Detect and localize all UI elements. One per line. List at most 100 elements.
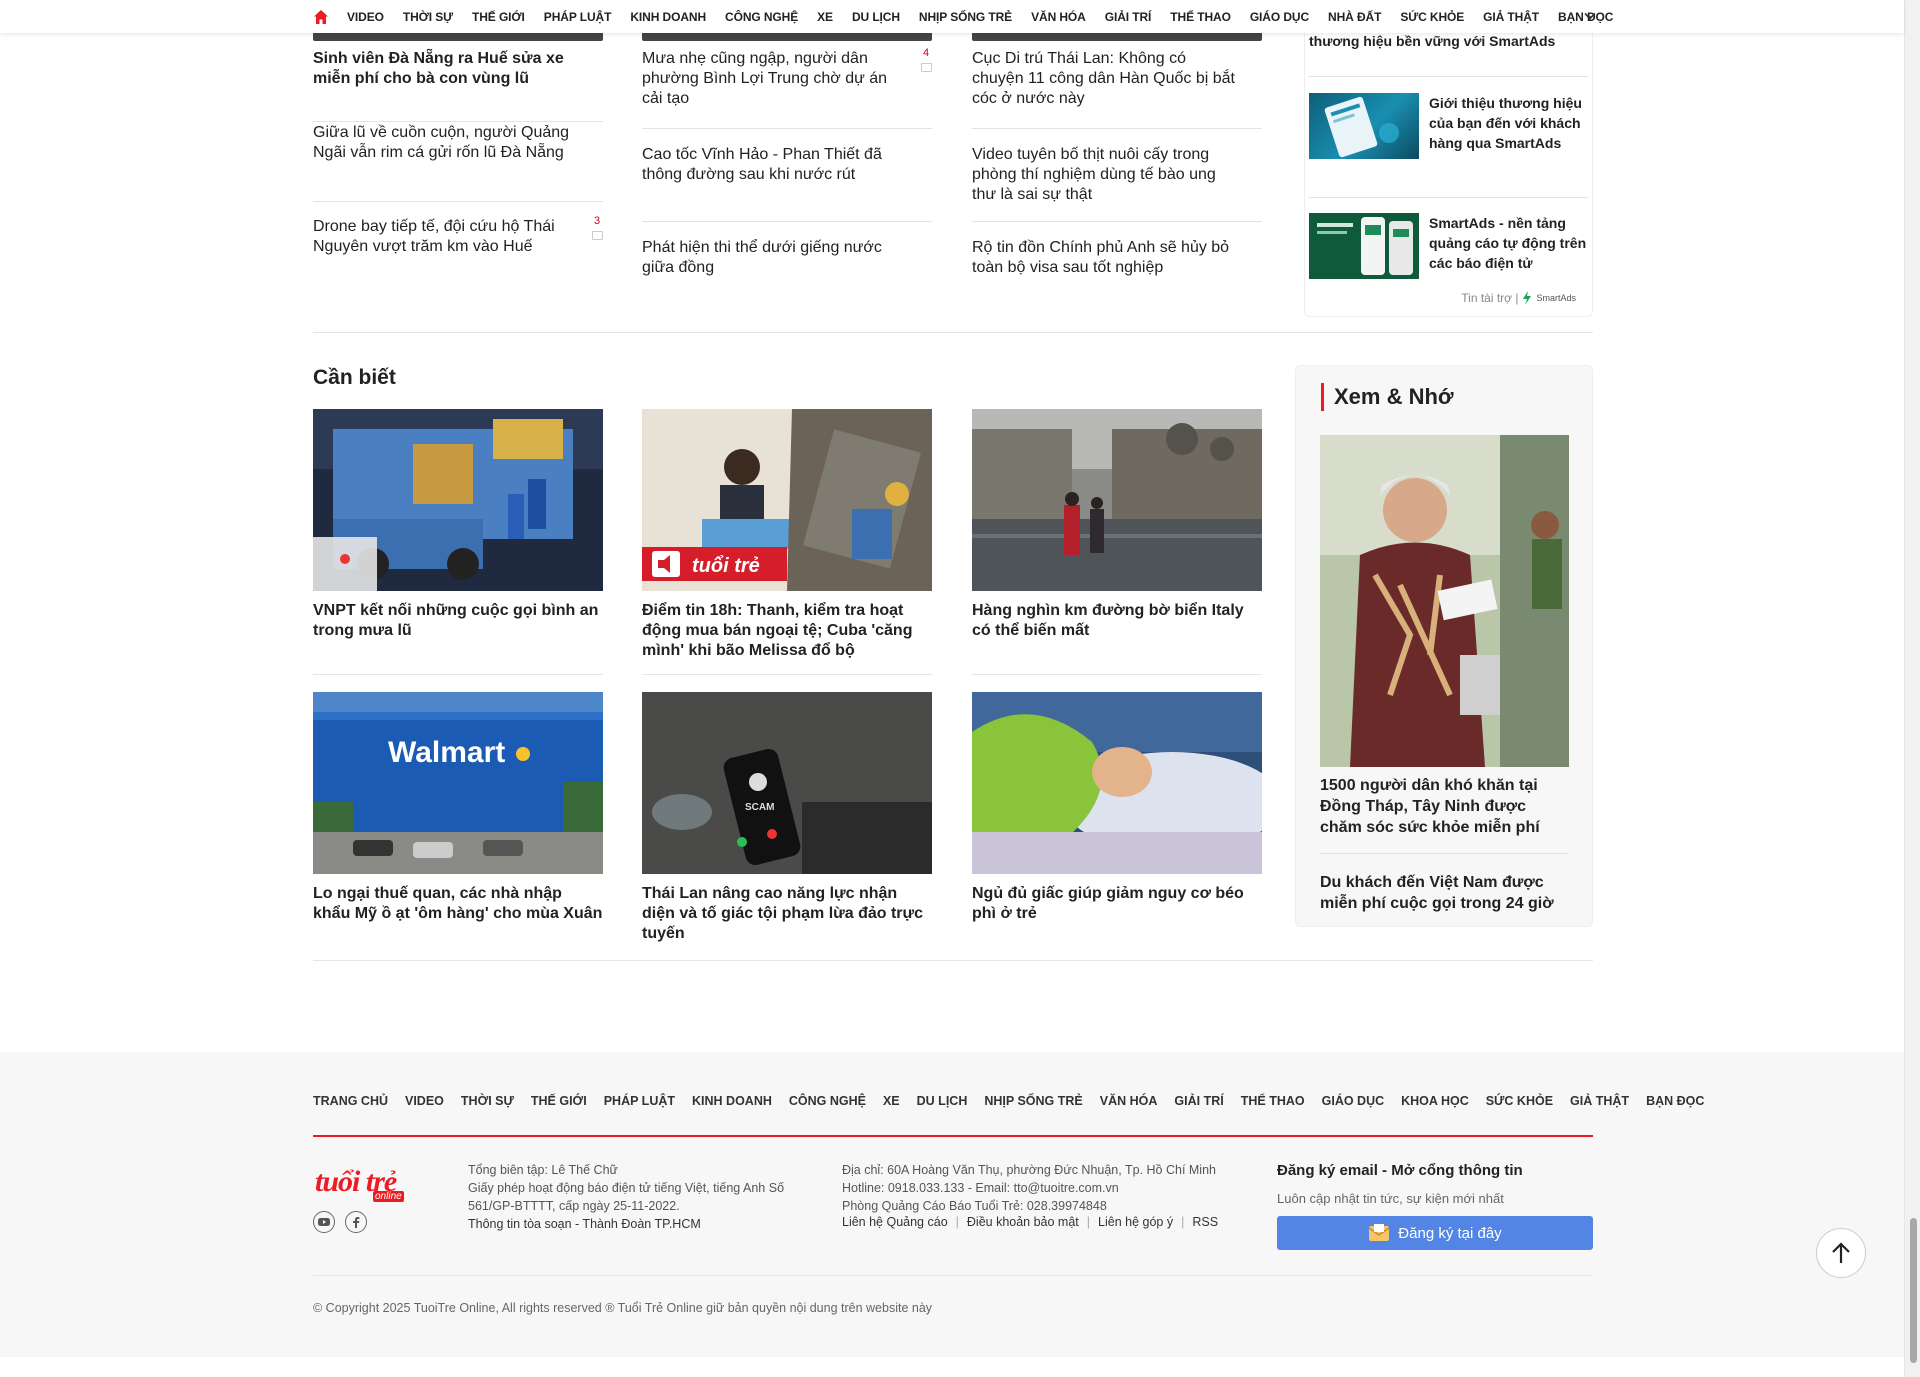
smartads-brand[interactable]: SmartAds [1536, 293, 1576, 303]
footer-nav-item[interactable]: XE [883, 1094, 900, 1108]
register-title: Đăng ký email - Mở cổng thông tin [1277, 1162, 1523, 1179]
news-link[interactable]: Cao tốc Vĩnh Hảo - Phan Thiết đã thông đ… [642, 145, 932, 185]
comment-count[interactable]: 4 [920, 47, 932, 72]
footer-nav-item[interactable]: GIẢI TRÍ [1174, 1094, 1223, 1108]
news-link[interactable]: Drone bay tiếp tế, đội cứu hộ Thái Nguyê… [313, 217, 603, 257]
xem-nho-title[interactable]: Xem & Nhớ [1321, 383, 1454, 411]
register-button[interactable]: Đăng ký tại đây [1277, 1216, 1593, 1250]
news-link[interactable]: Sinh viên Đà Nẵng ra Huế sửa xe miễn phí… [313, 49, 603, 89]
news-card-title[interactable]: Hàng nghìn km đường bờ biển Italy có thể… [972, 601, 1262, 641]
footer-nav-item[interactable]: THỂ THAO [1241, 1094, 1305, 1108]
footer-divider [313, 1275, 1593, 1276]
register-button-label: Đăng ký tại đây [1398, 1224, 1502, 1242]
svg-text:tuổi trẻ: tuổi trẻ [692, 555, 760, 577]
news-thumbnail[interactable]: tuổi trẻ [642, 409, 932, 591]
nav-item[interactable]: VĂN HÓA [1031, 10, 1086, 24]
footer-nav-item[interactable]: KINH DOANH [692, 1094, 772, 1108]
nav-item[interactable]: NHỊP SỐNG TRẺ [919, 10, 1012, 24]
news-thumbnail[interactable] [972, 409, 1262, 591]
section-divider [313, 332, 1593, 333]
nav-item[interactable]: NHÀ ĐẤT [1328, 10, 1381, 24]
footer-nav-item[interactable]: SỨC KHỎE [1486, 1094, 1553, 1108]
footer-nav-item[interactable]: VIDEO [405, 1094, 444, 1108]
news-link[interactable]: Phát hiện thi thể dưới giếng nước giữa đ… [642, 238, 932, 278]
footer-editor: Tổng biên tập: Lê Thế Chữ [468, 1163, 618, 1177]
xem-nho-image[interactable] [1320, 435, 1569, 767]
news-thumbnail[interactable]: Walmart [313, 692, 603, 874]
nav-item[interactable]: VIDEO [347, 10, 384, 24]
news-card-title[interactable]: Điểm tin 18h: Thanh, kiểm tra hoạt động … [642, 601, 932, 661]
news-link[interactable]: Cục Di trú Thái Lan: Không có chuyện 11 … [972, 49, 1262, 109]
footer-nav-item[interactable]: KHOA HỌC [1401, 1094, 1469, 1108]
news-card[interactable]: tuổi trẻ Điểm tin 18h: Thanh, kiểm tra h… [642, 409, 932, 661]
sponsored-item[interactable]: SmartAds - nền tảng quảng cáo tự động tr… [1309, 213, 1588, 279]
nav-item[interactable]: GIẢI TRÍ [1105, 10, 1152, 24]
news-link[interactable]: Mưa nhẹ cũng ngập, người dân phường Bình… [642, 49, 932, 109]
news-thumbnail[interactable] [313, 409, 603, 591]
news-card[interactable]: SCAM Thái Lan nâng cao năng lực nhận diệ… [642, 692, 932, 944]
news-link[interactable]: Rộ tin đồn Chính phủ Anh sẽ hủy bỏ toàn … [972, 238, 1262, 278]
footer-office[interactable]: Thông tin tòa soạn - Thành Đoàn TP.HCM [468, 1215, 701, 1233]
xem-nho-caption[interactable]: Du khách đến Việt Nam được miễn phí cuộc… [1320, 872, 1565, 914]
nav-item[interactable]: THỜI SỰ [403, 10, 453, 24]
nav-item[interactable]: PHÁP LUẬT [544, 10, 612, 24]
news-thumbnail[interactable] [972, 692, 1262, 874]
home-icon[interactable] [313, 9, 329, 25]
comment-count[interactable]: 3 [591, 215, 603, 240]
footer-link[interactable]: Liên hệ góp ý [1098, 1215, 1173, 1229]
footer-nav-item[interactable]: BẠN ĐỌC [1646, 1094, 1704, 1108]
footer-link[interactable]: RSS [1192, 1215, 1218, 1229]
scrollbar[interactable] [1904, 0, 1920, 1377]
news-card-title[interactable]: Lo ngại thuế quan, các nhà nhập khẩu Mỹ … [313, 884, 603, 924]
footer-link[interactable]: Liên hệ Quảng cáo [842, 1215, 948, 1229]
nav-item[interactable]: XE [817, 10, 833, 24]
chevron-down-icon[interactable] [1583, 9, 1597, 23]
footer-nav-item[interactable]: TRANG CHỦ [313, 1094, 388, 1108]
nav-item[interactable]: CÔNG NGHỆ [725, 10, 798, 24]
sponsored-title: SmartAds - nền tảng quảng cáo tự động tr… [1429, 215, 1587, 271]
news-card[interactable]: Hàng nghìn km đường bờ biển Italy có thể… [972, 409, 1262, 641]
nav-item[interactable]: KINH DOANH [630, 10, 706, 24]
footer-nav-item[interactable]: PHÁP LUẬT [604, 1094, 675, 1108]
news-card[interactable]: Ngủ đủ giấc giúp giảm nguy cơ béo phì ở … [972, 692, 1262, 924]
footer-nav-item[interactable]: DU LỊCH [917, 1094, 968, 1108]
news-card[interactable]: VNPT kết nối những cuộc gọi bình an tron… [313, 409, 603, 641]
footer-hotline: Hotline: 0918.033.133 - Email: tto@tuoit… [842, 1181, 1119, 1195]
footer-nav-item[interactable]: CÔNG NGHỆ [789, 1094, 866, 1108]
footer-nav-item[interactable]: VĂN HÓA [1100, 1094, 1158, 1108]
news-link[interactable]: Giữa lũ về cuồn cuộn, người Quảng Ngãi v… [313, 123, 603, 163]
xem-nho-caption[interactable]: 1500 người dân khó khăn tại Đồng Tháp, T… [1320, 775, 1565, 838]
footer-logo[interactable]: tuổi trẻ online [315, 1165, 404, 1202]
arrow-up-icon [1832, 1242, 1850, 1263]
footer-logo-sub: online [373, 1191, 404, 1202]
facebook-icon[interactable] [345, 1211, 367, 1233]
sponsored-item[interactable]: Giới thiệu thương hiệu của bạn đến với k… [1309, 93, 1588, 159]
news-card-title[interactable]: VNPT kết nối những cuộc gọi bình an tron… [313, 601, 603, 641]
scrollbar-thumb[interactable] [1910, 1218, 1917, 1363]
footer-nav-item[interactable]: THỜI SỰ [461, 1094, 514, 1108]
section-title[interactable]: Cần biết [313, 366, 396, 390]
nav-item[interactable]: THẾ GIỚI [472, 10, 525, 24]
nav-item[interactable]: GIÁO DỤC [1250, 10, 1309, 24]
footer-link[interactable]: Điều khoản bảo mật [967, 1215, 1079, 1229]
news-link[interactable]: Video tuyên bố thịt nuôi cấy trong phòng… [972, 145, 1262, 205]
news-card-title[interactable]: Thái Lan nâng cao năng lực nhận diện và … [642, 884, 932, 944]
youtube-icon[interactable] [313, 1211, 335, 1233]
footer-nav-item[interactable]: THẾ GIỚI [531, 1094, 587, 1108]
nav-item[interactable]: GIẢ THẬT [1483, 10, 1539, 24]
sponsored-box: thương hiệu bền vững với SmartAds Giới t… [1304, 0, 1593, 317]
news-thumbnail[interactable]: SCAM [642, 692, 932, 874]
nav-item[interactable]: DU LỊCH [852, 10, 900, 24]
sponsored-partial-title[interactable]: thương hiệu bền vững với SmartAds [1309, 33, 1555, 49]
news-card-title[interactable]: Ngủ đủ giấc giúp giảm nguy cơ béo phì ở … [972, 884, 1262, 924]
footer-nav-item[interactable]: NHỊP SỐNG TRẺ [984, 1094, 1082, 1108]
svg-text:SCAM: SCAM [745, 802, 774, 813]
register-subtitle: Luôn cập nhật tin tức, sự kiện mới nhất [1277, 1191, 1504, 1206]
footer-nav-item[interactable]: GIẢ THẬT [1570, 1094, 1629, 1108]
sponsored-footer: Tin tài trợ | SmartAds [1461, 291, 1576, 305]
back-to-top-button[interactable] [1816, 1228, 1866, 1278]
footer-nav-item[interactable]: GIÁO DỤC [1322, 1094, 1385, 1108]
news-card[interactable]: Walmart Lo ngại thuế quan, các nhà nhập … [313, 692, 603, 924]
nav-item[interactable]: THỂ THAO [1170, 10, 1231, 24]
nav-item[interactable]: SỨC KHỎE [1400, 10, 1464, 24]
